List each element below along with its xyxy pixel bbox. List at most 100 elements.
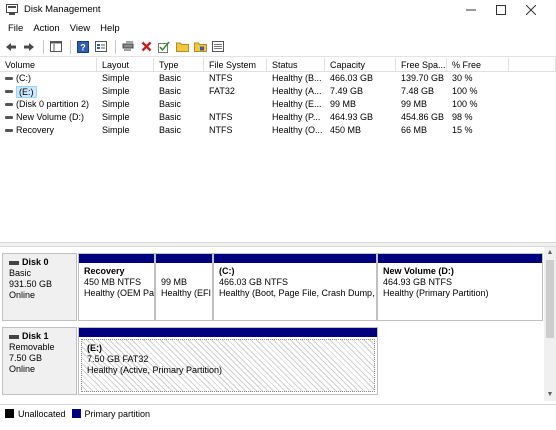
column-header-file-system[interactable]: File System — [204, 58, 267, 71]
cell-layout: Simple — [102, 99, 130, 109]
cell-status: Healthy (B... — [272, 73, 322, 83]
cell-volume: (Disk 0 partition 2) — [0, 98, 97, 111]
explore-folder-button[interactable] — [192, 39, 208, 55]
delete-button[interactable] — [138, 39, 154, 55]
partition-bar — [378, 254, 542, 263]
cell-percent-free: 100 % — [452, 86, 478, 96]
partition-size: 450 MB NTFS — [84, 277, 142, 287]
cell-type: Basic — [159, 86, 182, 96]
forward-button[interactable] — [21, 39, 37, 55]
partition-name: Recovery — [84, 266, 125, 276]
check-button[interactable] — [156, 39, 172, 55]
drive-icon — [5, 116, 13, 119]
partition-body: (E:) 7.50 GB FAT32 Healthy (Active, Prim… — [82, 340, 374, 376]
cell-status: Healthy (A... — [272, 86, 322, 96]
partition-bar — [79, 328, 377, 337]
disk-name-line: Disk 1 — [9, 331, 76, 342]
table-row[interactable]: New Volume (D:) Simple Basic NTFS Healthy (P… — [0, 111, 556, 124]
menu-file[interactable]: File — [4, 23, 27, 34]
check-icon — [158, 41, 170, 53]
help-button[interactable]: ? — [75, 39, 91, 55]
graphical-view-scrollbar[interactable]: ▲ ▼ — [544, 247, 556, 401]
disk-row: Disk 0 Basic 931.50 GB Online Recovery 4… — [0, 253, 544, 321]
partition-block[interactable]: (E:) 7.50 GB FAT32 Healthy (Active, Prim… — [78, 327, 378, 395]
table-row[interactable]: (Disk 0 partition 2) Simple Basic Healthy (… — [0, 98, 556, 111]
window-title: Disk Management — [24, 4, 101, 15]
cell-file-system: NTFS — [209, 125, 233, 135]
toolbar-separator — [43, 39, 44, 54]
column-header-percent-free[interactable]: % Free — [447, 58, 509, 71]
partition-body: (C:) 466.03 GB NTFS Healthy (Boot, Page … — [214, 263, 376, 299]
partition-body: New Volume (D:) 464.93 GB NTFS Healthy (… — [378, 263, 542, 299]
minimize-button[interactable] — [456, 0, 486, 20]
column-header-type[interactable]: Type — [154, 58, 204, 71]
column-header-filler — [509, 58, 556, 71]
connect-button[interactable] — [120, 39, 136, 55]
disk-management-app-icon — [6, 4, 18, 15]
close-icon — [526, 5, 536, 15]
disk-label[interactable]: Disk 1 Removable 7.50 GB Online — [2, 327, 77, 395]
menu-help[interactable]: Help — [96, 23, 124, 34]
drive-icon — [5, 77, 13, 80]
table-row[interactable]: (E:) Simple Basic FAT32 Healthy (A... 7.49 GB… — [0, 85, 556, 98]
legend-label: Primary partition — [84, 408, 151, 419]
cell-file-system: FAT32 — [209, 86, 235, 96]
menu-action[interactable]: Action — [29, 23, 63, 34]
toolbar-separator — [70, 39, 71, 54]
close-button[interactable] — [516, 0, 546, 20]
disk-size: 7.50 GB — [9, 353, 43, 363]
cell-file-system: NTFS — [209, 112, 233, 122]
partition-size: 7.50 GB FAT32 — [87, 354, 149, 364]
help-icon: ? — [77, 40, 89, 53]
back-button[interactable] — [3, 39, 19, 55]
cell-free-space: 139.70 GB — [401, 73, 445, 83]
partition-name — [161, 266, 207, 277]
disk-icon — [9, 334, 19, 339]
show-hide-tree-button[interactable] — [48, 39, 64, 55]
table-row[interactable]: (C:) Simple Basic NTFS Healthy (B... 466.03 G… — [0, 72, 556, 85]
partition-status: Healthy (Primary Partition) — [383, 288, 489, 298]
cell-volume: (C:) — [0, 72, 97, 85]
partition-block[interactable]: Recovery 450 MB NTFS Healthy (OEM Pa — [78, 253, 155, 321]
cell-layout: Simple — [102, 86, 130, 96]
console-view-button[interactable] — [210, 39, 226, 55]
scroll-down-arrow-icon[interactable]: ▼ — [544, 389, 556, 401]
cell-percent-free: 30 % — [452, 73, 473, 83]
maximize-icon — [496, 5, 506, 15]
disk-label[interactable]: Disk 0 Basic 931.50 GB Online — [2, 253, 77, 321]
volume-list: Volume Layout Type File System Status Ca… — [0, 58, 556, 242]
cell-capacity: 7.49 GB — [330, 86, 364, 96]
scroll-up-arrow-icon[interactable]: ▲ — [544, 247, 556, 259]
cell-capacity: 464.93 GB — [330, 112, 374, 122]
drive-icon — [5, 129, 13, 132]
cell-layout: Simple — [102, 125, 130, 135]
maximize-button[interactable] — [486, 0, 516, 20]
column-header-volume[interactable]: Volume — [0, 58, 97, 71]
drive-icon — [5, 90, 13, 93]
partition-block[interactable]: (C:) 466.03 GB NTFS Healthy (Boot, Page … — [213, 253, 377, 321]
partition-block[interactable]: New Volume (D:) 464.93 GB NTFS Healthy (… — [377, 253, 543, 321]
disk-name-line: Disk 0 — [9, 257, 76, 268]
column-header-layout[interactable]: Layout — [97, 58, 154, 71]
table-row[interactable]: Recovery Simple Basic NTFS Healthy (O... 450 … — [0, 124, 556, 137]
scrollbar-thumb[interactable] — [546, 260, 554, 338]
properties-button[interactable] — [93, 39, 109, 55]
cell-layout: Simple — [102, 73, 130, 83]
cell-volume: Recovery — [0, 124, 97, 137]
cell-free-space: 454.86 GB — [401, 112, 445, 122]
menu-view[interactable]: View — [66, 23, 94, 34]
column-header-free-space[interactable]: Free Spa... — [396, 58, 447, 71]
volume-name: New Volume (D:) — [16, 112, 85, 122]
cell-file-system — [204, 98, 267, 111]
disk-name: Disk 1 — [22, 331, 49, 341]
partition-size: 99 MB — [161, 277, 188, 287]
partition-status: Healthy (EFI — [161, 288, 212, 298]
partition-size: 466.03 GB NTFS — [219, 277, 289, 287]
cell-status: Healthy (E... — [272, 99, 322, 109]
open-folder-button[interactable] — [174, 39, 190, 55]
disk-icon — [9, 260, 19, 265]
column-header-status[interactable]: Status — [267, 58, 325, 71]
properties-icon — [95, 41, 107, 52]
column-header-capacity[interactable]: Capacity — [325, 58, 396, 71]
partition-block[interactable]: 99 MB Healthy (EFI — [155, 253, 213, 321]
